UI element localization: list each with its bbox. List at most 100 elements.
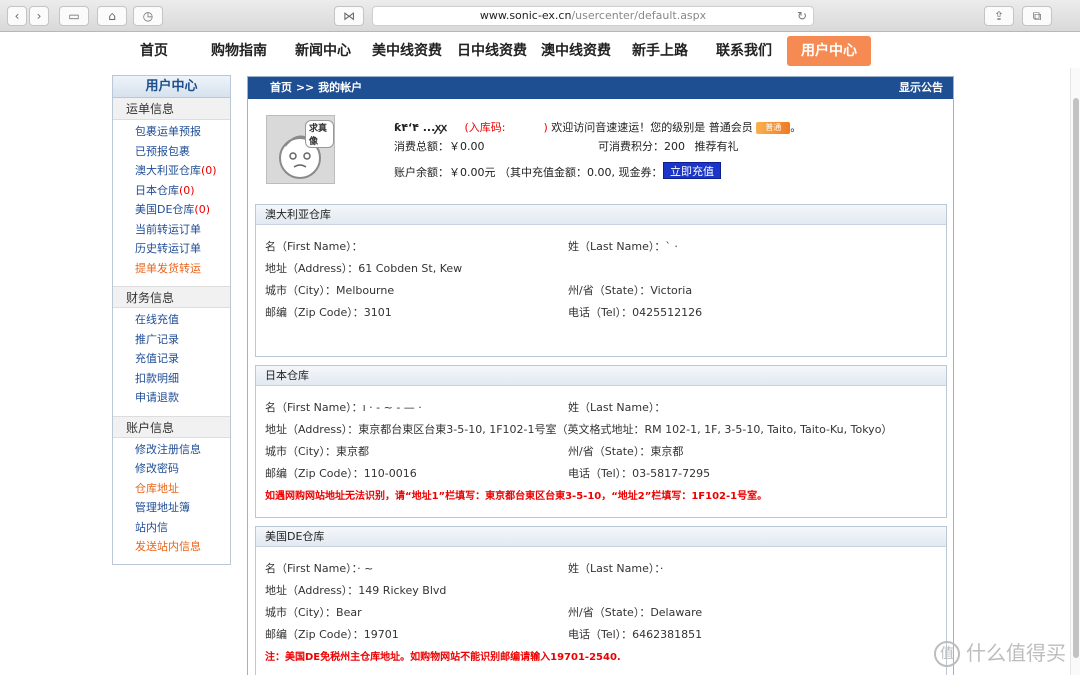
first-name: 名（First Name）：· ~ (265, 562, 374, 575)
city: 城市（City）：東京都 (265, 445, 370, 458)
nav-australia-china-rates[interactable]: 澳中线资费 (536, 36, 616, 66)
nav-user-center[interactable]: 用户中心 (787, 36, 871, 66)
browser-toolbar: ‹ › ▭ ⌂ ◷ ⋈ www.sonic-ex.cn/usercenter/d… (0, 0, 1080, 32)
zip-code: 邮编（Zip Code）：110-0016 (265, 467, 417, 480)
watermark: 值什么值得买 (934, 637, 1066, 667)
show-announcement-link[interactable]: 显示公告 (899, 77, 943, 99)
count-badge: (0) (201, 164, 217, 177)
home-icon[interactable]: ⌂ (97, 6, 127, 26)
welcome-end: 。 (790, 121, 802, 134)
sidebar-section-account: 账户信息 (113, 415, 230, 438)
sidebar-item-send-message[interactable]: 发送站内信息 (113, 537, 230, 557)
city: 城市（City）：Melbourne (265, 284, 395, 297)
sidebar-item-change-password[interactable]: 修改密码 (113, 459, 230, 479)
sidebar-item-japan-warehouse[interactable]: 日本仓库(0) (113, 181, 230, 201)
account-main-panel: 首页 >> 我的帐户 显示公告 求真像 ƙ۴ʻ۴ ...ꭗꭗ (入库码:) 欢迎… (247, 76, 954, 675)
warehouse-title: 美国DE仓库 (256, 527, 946, 547)
sidebar-item-deduction-details[interactable]: 扣款明细 (113, 369, 230, 389)
url-host: www.sonic-ex.cn (479, 9, 572, 22)
reload-icon[interactable]: ↻ (797, 7, 807, 25)
avatar: 求真像 (266, 115, 335, 184)
sidebar-section-shipping: 运单信息 (113, 98, 230, 120)
warning-note: 注：美国DE免税州主仓库地址。如购物网站不能识别邮编请输入19701-2540. (265, 652, 621, 663)
reader-icon[interactable]: ⋈ (334, 6, 364, 26)
last-name: 姓（Last Name）：` · (568, 240, 678, 253)
address: 地址（Address）：東京都台東区台東3-5-10, 1F102-1号室（英文… (265, 423, 893, 436)
nav-beginners[interactable]: 新手上路 (625, 36, 695, 66)
address-bar[interactable]: www.sonic-ex.cn/usercenter/default.aspx … (372, 6, 814, 26)
history-icon[interactable]: ◷ (133, 6, 163, 26)
avatar-label: 求真像 (305, 120, 334, 148)
sidebar-item-address-book[interactable]: 管理地址簿 (113, 498, 230, 518)
sidebar-item-label: 澳大利亚仓库 (135, 164, 201, 177)
forward-icon[interactable]: › (29, 6, 49, 26)
sidebar-item-inbox[interactable]: 站内信 (113, 518, 230, 538)
address: 地址（Address）：149 Rickey Blvd (265, 584, 447, 597)
sidebar-title: 用户中心 (113, 76, 230, 98)
sidebar-item-refund-request[interactable]: 申请退款 (113, 388, 230, 408)
warning-note: 如遇网购网站地址无法识别，请“地址1”栏填写：東京都台東区台東3-5-10，“地… (265, 491, 768, 502)
sidebar-item-australia-warehouse[interactable]: 澳大利亚仓库(0) (113, 161, 230, 181)
sidebar-item-edit-profile[interactable]: 修改注册信息 (113, 440, 230, 460)
last-name: 姓（Last Name）： (568, 401, 666, 414)
nav-contact[interactable]: 联系我们 (709, 36, 779, 66)
count-badge: (0) (194, 203, 211, 216)
sidebar-item-parcel-forecast[interactable]: 包裹运单预报 (113, 122, 230, 142)
entry-code-label: (入库码: (464, 121, 506, 134)
page-scrollbar[interactable] (1070, 68, 1080, 675)
address: 地址（Address）：61 Cobden St, Kew (265, 262, 463, 275)
warehouse-title: 澳大利亚仓库 (256, 205, 946, 225)
count-badge: (0) (179, 183, 195, 197)
points: 可消费积分：200 (598, 140, 685, 153)
nav-news[interactable]: 新闻中心 (288, 36, 358, 66)
nav-shopping-guide[interactable]: 购物指南 (204, 36, 274, 66)
sidebar-item-promotion-records[interactable]: 推广记录 (113, 330, 230, 350)
user-name: ƙ۴ʻ۴ ...ꭗꭗ (394, 121, 447, 134)
state: 州/省（State）：Victoria (568, 284, 693, 297)
sidebar-item-recharge-records[interactable]: 充值记录 (113, 349, 230, 369)
zip-code: 邮编（Zip Code）：3101 (265, 306, 392, 319)
sidebar-item-warehouse-address[interactable]: 仓库地址 (113, 479, 230, 499)
nav-home[interactable]: 首页 (132, 36, 176, 66)
first-name: 名（First Name）： (265, 240, 363, 253)
nav-japan-china-rates[interactable]: 日中线资费 (452, 36, 532, 66)
share-icon[interactable]: ⇪ (984, 6, 1014, 26)
nav-us-china-rates[interactable]: 美中线资费 (366, 36, 448, 66)
warehouse-japan: 日本仓库 名（First Name）：ı · - ~ - — · 姓（Last … (255, 365, 947, 518)
zip-code: 邮编（Zip Code）：19701 (265, 628, 399, 641)
points-line: 可消费积分：200 推荐有礼 (598, 138, 739, 154)
watermark-logo-icon: 值 (934, 641, 960, 667)
phone: 电话（Tel）：0425512126 (568, 306, 703, 319)
sidebar-item-forecasted-parcels[interactable]: 已预报包裹 (113, 142, 230, 162)
phone: 电话（Tel）：6462381851 (568, 628, 703, 641)
total-spent: 消费总额：￥0.00 (394, 140, 485, 153)
sidebar-item-label: 日本仓库 (135, 183, 179, 197)
breadcrumb[interactable]: 首页 >> 我的帐户 (270, 81, 362, 94)
entry-code-end: ) (543, 121, 548, 134)
user-center-sidebar: 用户中心 运单信息 包裹运单预报 已预报包裹 澳大利亚仓库(0) 日本仓库(0)… (112, 75, 231, 565)
back-icon[interactable]: ‹ (7, 6, 27, 26)
sidebar-item-history-orders[interactable]: 历史转运订单 (113, 239, 230, 259)
first-name: 名（First Name）：ı · - ~ - — · (265, 401, 422, 414)
sidebar-toggle-icon[interactable]: ▭ (59, 6, 89, 26)
sidebar-item-current-orders[interactable]: 当前转运订单 (113, 220, 230, 240)
warehouse-us-de: 美国DE仓库 名（First Name）：· ~ 姓（Last Name）：· … (255, 526, 947, 675)
sidebar-item-bill-shipping[interactable]: 提单发货转运 (113, 259, 230, 279)
welcome-line: ƙ۴ʻ۴ ...ꭗꭗ (入库码:) 欢迎访问音速速运！您的级别是 普通会员 普通… (394, 119, 801, 135)
recharge-button[interactable]: 立即充值 (663, 162, 721, 179)
watermark-text: 什么值得买 (966, 640, 1066, 665)
last-name: 姓（Last Name）：· (568, 562, 664, 575)
url-path: /usercenter/default.aspx (571, 9, 707, 22)
state: 州/省（State）：Delaware (568, 606, 703, 619)
sidebar-item-online-recharge[interactable]: 在线充值 (113, 310, 230, 330)
scroll-thumb[interactable] (1073, 98, 1079, 658)
tabs-icon[interactable]: ⧉ (1022, 6, 1052, 26)
top-navigation: 首页 购物指南 新闻中心 美中线资费 日中线资费 澳中线资费 新手上路 联系我们… (0, 32, 1080, 68)
city: 城市（City）：Bear (265, 606, 362, 619)
sidebar-item-label: 美国DE仓库 (135, 203, 195, 216)
welcome-text: 欢迎访问音速速运！您的级别是 普通会员 (551, 121, 753, 134)
referral-link[interactable]: 推荐有礼 (695, 140, 739, 153)
warehouse-title: 日本仓库 (256, 366, 946, 386)
vip-badge: 普通 (756, 122, 791, 134)
sidebar-item-us-de-warehouse[interactable]: 美国DE仓库(0) (113, 200, 230, 220)
